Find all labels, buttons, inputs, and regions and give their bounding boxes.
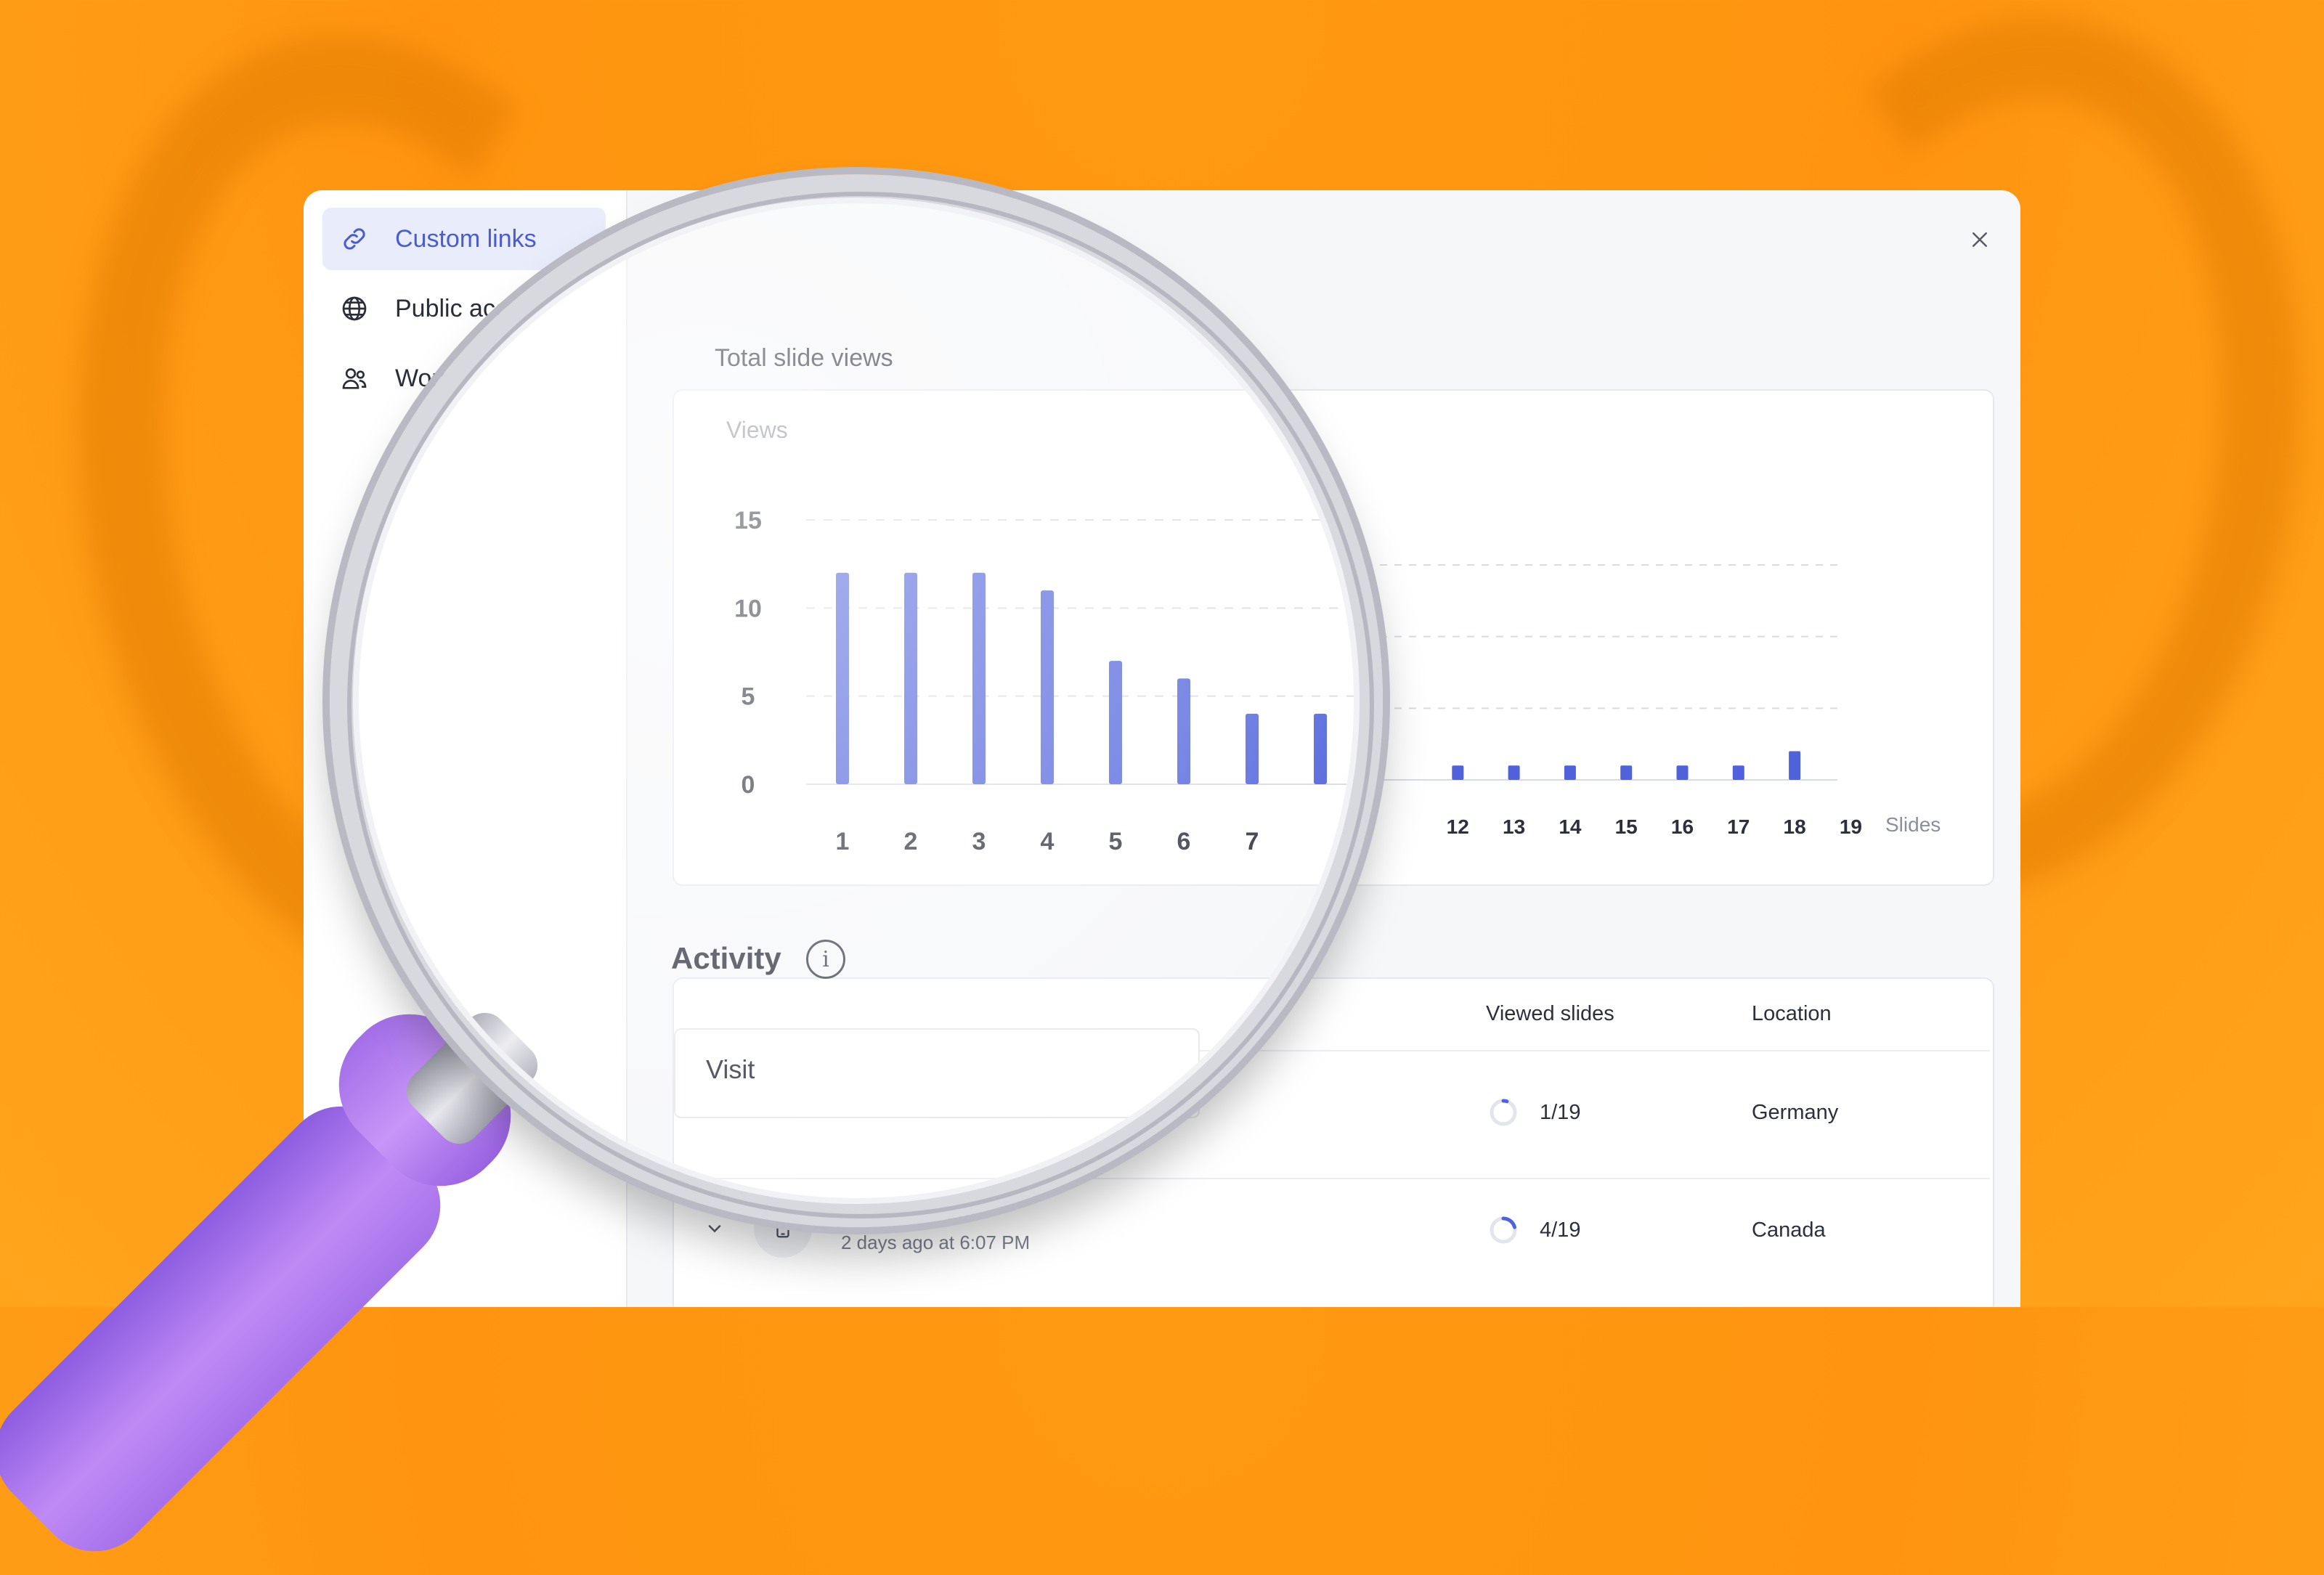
bar	[1109, 661, 1122, 784]
column-header-visit: Visit	[706, 1054, 755, 1084]
bar	[1676, 765, 1689, 780]
x-axis-label: Slides	[1885, 813, 1941, 836]
activity-title: Activity	[671, 941, 781, 975]
info-button[interactable]: i	[806, 940, 845, 979]
bar	[1314, 713, 1327, 784]
x-tick-label: 17	[1727, 815, 1750, 838]
x-tick-label: 16	[1671, 815, 1694, 838]
info-icon: i	[822, 946, 829, 972]
x-tick-label: 7	[1246, 828, 1259, 855]
x-tick-label: 1	[836, 828, 850, 855]
bar	[836, 572, 849, 784]
y-tick-label: 10	[734, 595, 762, 622]
x-tick-label: 12	[1447, 815, 1469, 838]
x-tick-label: 19	[1840, 815, 1862, 838]
bar	[1246, 713, 1259, 784]
bar	[1732, 765, 1744, 780]
bar	[1789, 751, 1801, 780]
bar	[1452, 765, 1464, 780]
x-tick-label: 5	[1109, 828, 1123, 855]
x-tick-label: 14	[1559, 815, 1582, 838]
bar	[1564, 765, 1576, 780]
y-axis-label: Views	[726, 417, 788, 443]
bar	[1620, 765, 1633, 780]
y-tick-label: 5	[742, 683, 755, 711]
x-tick-label: 4	[1041, 828, 1055, 855]
chart-title: Total slide views	[715, 344, 893, 372]
x-tick-label: 6	[1177, 828, 1191, 855]
bar	[904, 572, 917, 784]
x-tick-label: 2	[904, 828, 918, 855]
bar	[1041, 590, 1054, 784]
bar	[972, 572, 986, 784]
y-tick-label: 15	[734, 507, 762, 534]
x-tick-label: 15	[1615, 815, 1638, 838]
x-tick-label: 13	[1503, 815, 1525, 838]
bar	[1508, 765, 1520, 780]
x-tick-label: 3	[972, 828, 986, 855]
x-tick-label: 18	[1784, 815, 1806, 838]
y-tick-label: 0	[742, 771, 755, 799]
bar	[1177, 678, 1190, 784]
